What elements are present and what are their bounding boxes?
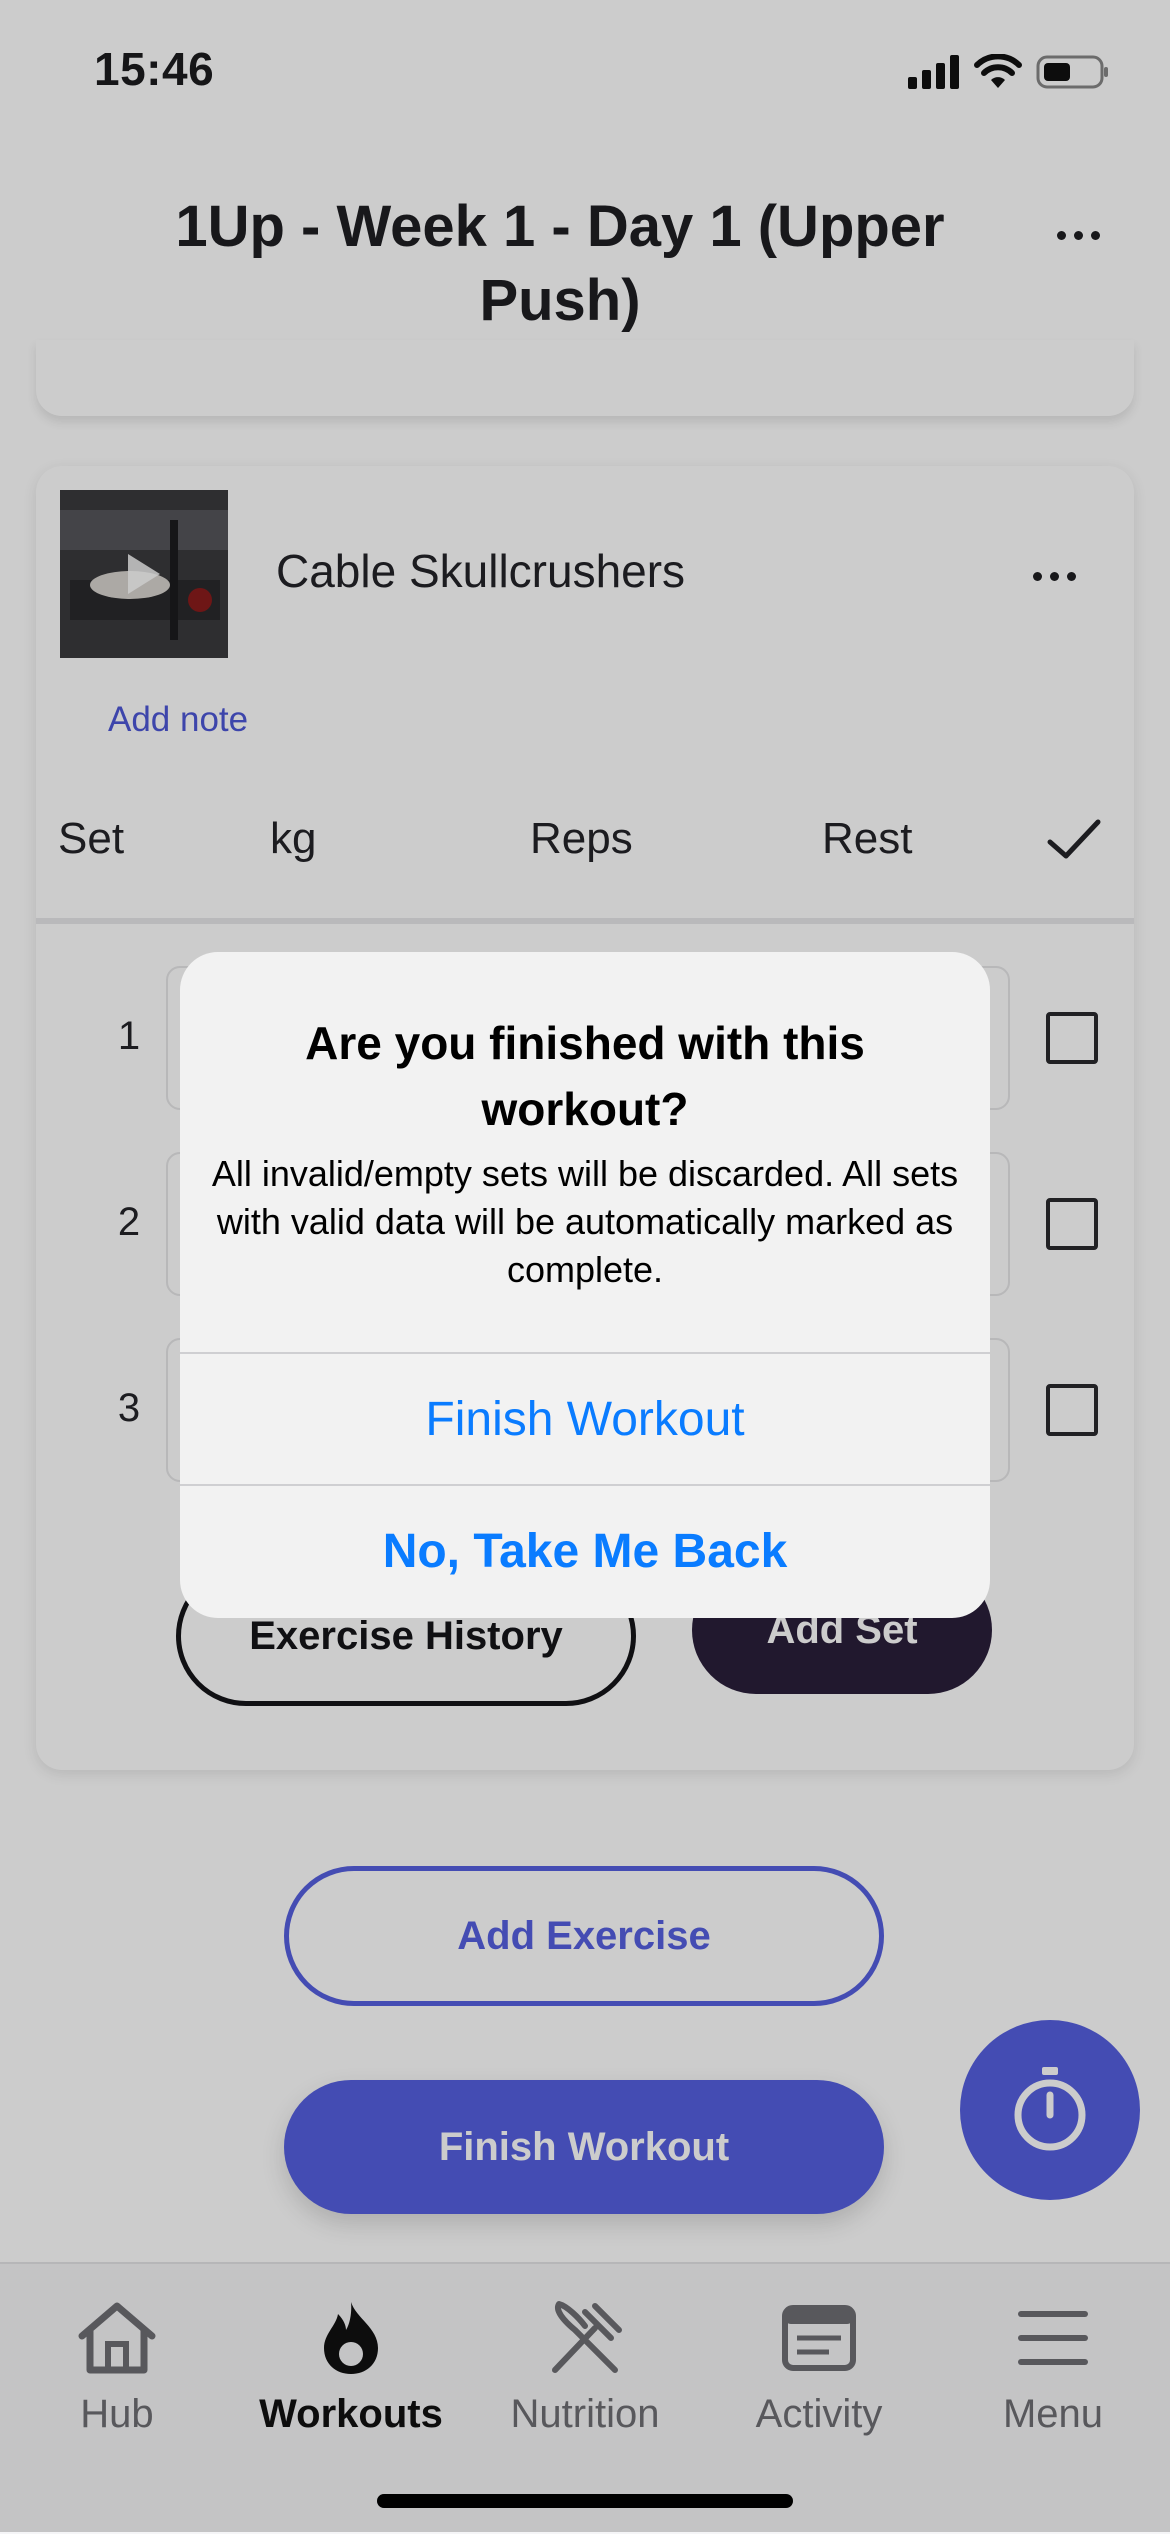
home-indicator [377, 2494, 793, 2508]
dialog-confirm-button[interactable]: Finish Workout [180, 1354, 990, 1484]
dialog-message: All invalid/empty sets will be discarded… [211, 1153, 959, 1290]
finish-workout-dialog: Are you finished with this workout? All … [180, 952, 990, 1618]
dialog-cancel-button[interactable]: No, Take Me Back [180, 1486, 990, 1616]
dialog-title: Are you finished with this workout? [305, 1017, 865, 1135]
